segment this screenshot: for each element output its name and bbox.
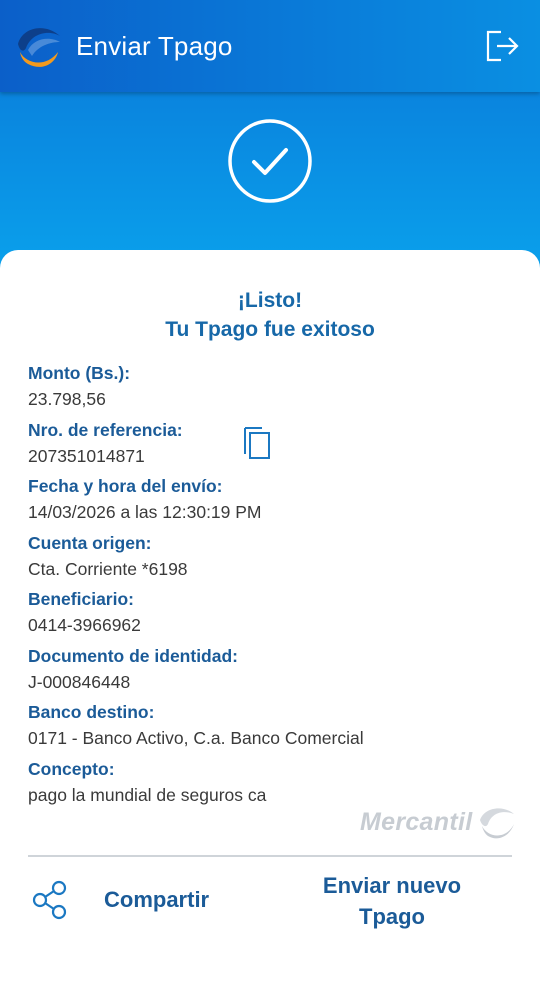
detail-id-document: Documento de identidad: J-000846448 [28,645,518,702]
detail-value: Cta. Corriente *6198 [28,558,188,579]
detail-label: Cuenta origen: [28,532,152,553]
transaction-details: Monto (Bs.): 23.798,56 Nro. de referenci… [28,362,518,814]
mercantil-logo-icon [18,28,60,67]
detail-label: Beneficiario: [28,589,134,609]
share-button[interactable]: Compartir [30,880,230,920]
send-new-tpago-button[interactable]: Enviar nuevo Tpago [300,870,484,932]
share-icon [32,880,67,920]
success-subtitle: Tu Tpago fue exitoso [165,318,375,341]
app-title: Enviar Tpago [76,31,233,61]
divider [28,855,512,857]
detail-value: 14/03/2026 a las 12:30:19 PM [28,502,262,522]
copy-icon[interactable] [242,424,272,460]
detail-destination-bank: Banco destino: 0171 - Banco Activo, C.a.… [28,701,518,758]
detail-label: Fecha y hora del envío: [28,476,223,496]
detail-value: 207351014871 [28,445,145,466]
success-headline: ¡Listo! Tu Tpago fue exitoso [0,286,540,344]
receipt-card: ¡Listo! Tu Tpago fue exitoso Monto (Bs.)… [0,250,540,995]
detail-beneficiary: Beneficiario: 0414-3966962 [28,588,518,645]
detail-value: 0171 - Banco Activo, C.a. Banco Comercia… [28,728,364,748]
brand-wordmark: Mercantil [360,808,473,836]
check-circle-icon [228,119,312,203]
detail-label: Documento de identidad: [28,645,238,666]
detail-amount: Monto (Bs.): 23.798,56 [28,362,518,419]
detail-source-account: Cuenta origen: Cta. Corriente *6198 [28,532,518,589]
detail-datetime: Fecha y hora del envío: 14/03/2026 a las… [28,475,518,532]
detail-label: Monto (Bs.): [28,363,131,383]
success-title: ¡Listo! [237,289,303,312]
detail-label: Banco destino: [28,702,155,722]
detail-value: 0414-3966962 [28,615,141,635]
detail-value: 23.798,56 [28,389,106,409]
detail-label: Concepto: [28,758,115,779]
detail-label: Nro. de referencia: [28,419,183,440]
top-app-bar: Enviar Tpago [0,0,540,92]
mercantil-brand-mark: Mercantil [360,802,516,842]
detail-reference: Nro. de referencia: 207351014871 [28,419,518,476]
share-label: Compartir [104,887,210,912]
detail-value: J-000846448 [28,671,131,692]
send-new-label-line1: Enviar nuevo [322,873,462,898]
send-new-label-line2: Tpago [359,904,425,929]
brand-swoosh-icon [480,808,514,839]
logout-icon[interactable] [484,28,520,64]
